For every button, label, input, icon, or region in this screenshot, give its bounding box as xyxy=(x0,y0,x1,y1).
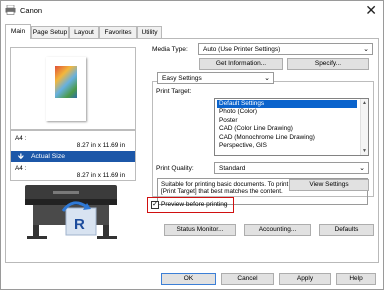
output-size-value: 8.27 in x 11.69 in xyxy=(76,172,125,179)
view-settings-button[interactable]: View Settings xyxy=(289,179,369,191)
settings-mode-select[interactable]: Easy Settings ⌄ xyxy=(157,72,274,84)
media-type-label: Media Type: xyxy=(152,46,188,53)
tab-favorites[interactable]: Favorites xyxy=(99,26,137,38)
tab-main[interactable]: Main xyxy=(5,24,31,39)
window-title: Canon xyxy=(20,6,43,15)
print-quality-value: Standard xyxy=(219,165,246,172)
list-item[interactable]: Perspective, GIS xyxy=(217,142,357,150)
preview-checkbox-label[interactable]: Preview before printing xyxy=(161,201,227,208)
media-type-value: Auto (Use Printer Settings) xyxy=(203,46,281,53)
defaults-button[interactable]: Defaults xyxy=(319,224,374,236)
print-target-list[interactable]: Default Settings Photo (Color) Poster CA… xyxy=(214,98,369,156)
printer-illustration: R xyxy=(25,185,117,239)
print-target-label: Print Target: xyxy=(156,88,192,95)
chevron-down-icon: ⌄ xyxy=(363,46,369,53)
printer-properties-window: Canon ✕ Main Page Setup Layout Favorites… xyxy=(0,0,384,290)
settings-mode-value: Easy Settings xyxy=(162,75,202,82)
chevron-down-icon: ⌄ xyxy=(359,165,365,172)
tab-utility[interactable]: Utility xyxy=(137,26,162,38)
status-monitor-button[interactable]: Status Monitor... xyxy=(164,224,236,236)
actual-size-label: Actual Size xyxy=(31,153,66,160)
svg-text:R: R xyxy=(74,216,85,233)
document-size-value: 8.27 in x 11.69 in xyxy=(76,142,125,149)
preview-image xyxy=(55,66,77,98)
ok-button[interactable]: OK xyxy=(161,273,216,285)
list-item[interactable]: Poster xyxy=(217,117,357,125)
list-item[interactable]: CAD (Monochrome Line Drawing) xyxy=(217,134,357,142)
scroll-down-icon[interactable]: ▼ xyxy=(362,148,367,154)
paper-size-panel: A4 : 8.27 in x 11.69 in 🡻 Actual Size A4… xyxy=(10,130,136,181)
media-type-select[interactable]: Auto (Use Printer Settings) ⌄ xyxy=(198,43,373,55)
scroll-up-icon[interactable]: ▲ xyxy=(362,100,367,106)
accounting-button[interactable]: Accounting... xyxy=(244,224,311,236)
list-item[interactable]: CAD (Color Line Drawing) xyxy=(217,125,357,133)
tab-layout[interactable]: Layout xyxy=(69,26,99,38)
printer-app-icon xyxy=(5,5,16,15)
apply-button[interactable]: Apply xyxy=(279,273,331,285)
list-item[interactable]: Default Settings xyxy=(217,100,357,109)
output-size-label: A4 : xyxy=(15,165,27,172)
down-arrow-icon: 🡻 xyxy=(18,152,24,161)
tab-page-setup[interactable]: Page Setup xyxy=(31,26,69,38)
chevron-down-icon: ⌄ xyxy=(264,75,270,82)
close-icon[interactable]: ✕ xyxy=(365,2,377,18)
get-information-button[interactable]: Get Information... xyxy=(199,58,283,70)
specify-button[interactable]: Specify... xyxy=(287,58,369,70)
paper-preview xyxy=(46,57,86,121)
document-size-label: A4 : xyxy=(15,135,27,142)
print-quality-label: Print Quality: xyxy=(156,165,194,172)
preview-checkbox[interactable]: ✓ xyxy=(151,201,159,209)
actual-size-row: 🡻 Actual Size xyxy=(11,151,135,162)
list-item[interactable]: Photo (Color) xyxy=(217,108,357,116)
title-bar: Canon ✕ xyxy=(1,1,383,20)
cancel-button[interactable]: Cancel xyxy=(221,273,274,285)
print-quality-select[interactable]: Standard ⌄ xyxy=(214,162,369,174)
list-scrollbar[interactable]: ▲ ▼ xyxy=(360,99,368,155)
help-button[interactable]: Help xyxy=(336,273,376,285)
